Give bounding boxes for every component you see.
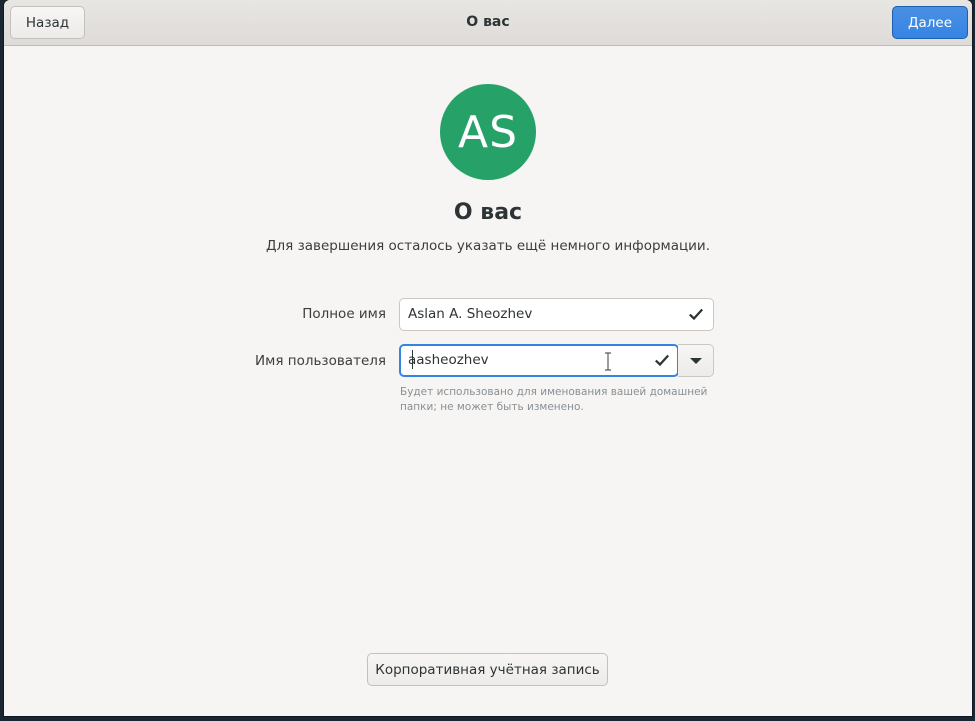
avatar[interactable]: AS (440, 84, 536, 180)
fullname-label: Полное имя (302, 306, 386, 322)
header-bar: Назад О вас Далее (4, 0, 972, 46)
username-label: Имя пользователя (255, 353, 386, 369)
fullname-field[interactable]: Aslan A. Sheozhev (399, 298, 714, 331)
username-field[interactable]: aasheozhev (399, 344, 679, 377)
ibeam-cursor-icon (605, 352, 611, 371)
enterprise-login-button[interactable]: Корпоративная учётная запись (367, 653, 608, 686)
setup-window: Назад О вас Далее AS О вас Для завершени… (4, 0, 972, 716)
fullname-value: Aslan A. Sheozhev (408, 306, 533, 322)
username-dropdown-button[interactable] (678, 344, 714, 377)
page-title: О вас (453, 200, 523, 225)
next-button[interactable]: Далее (892, 6, 968, 39)
window-title: О вас (466, 14, 510, 30)
text-caret (412, 350, 413, 369)
username-hint: Будет использовано для именования вашей … (400, 386, 708, 413)
page-subtitle: Для завершения осталось указать ещё немн… (265, 238, 711, 254)
username-value: aasheozhev (408, 352, 489, 368)
checkmark-icon (689, 308, 704, 321)
chevron-down-icon (690, 358, 702, 364)
checkmark-icon (655, 354, 670, 367)
